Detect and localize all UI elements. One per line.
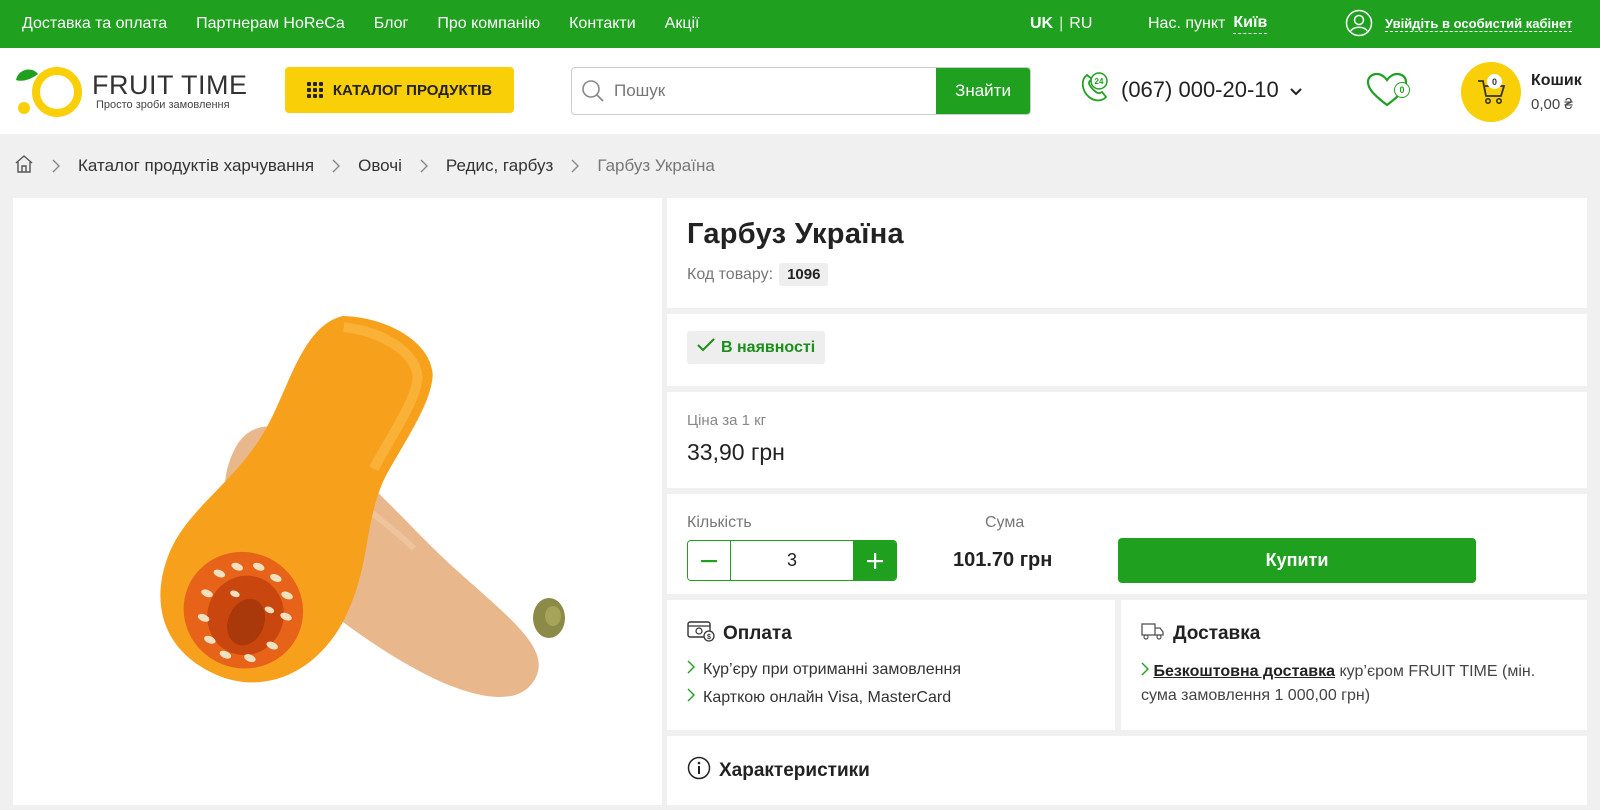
delivery-text: Безкоштовна доставка кур’єром FRUIT TIME… [1141,660,1567,708]
breadcrumb: Каталог продуктів харчування Овочі Редис… [0,134,1600,198]
catalog-button-label: КАТАЛОГ ПРОДУКТІВ [332,81,493,99]
delivery-card: Доставка Безкоштовна доставка кур’єром F… [1121,600,1587,730]
nav-contacts[interactable]: Контакти [569,15,636,33]
product-code: 1096 [779,263,829,286]
payment-icon: $ [687,620,715,648]
language-switcher: UK | RU [1030,0,1092,48]
cart-sum: 0,00 ₴ [1531,95,1573,113]
logo-text: FRUIT TIME Просто зроби замовлення [92,71,248,111]
logo-subtitle: Просто зроби замовлення [96,99,230,111]
search-icon [572,68,614,114]
title-card: Гарбуз Україна Код товару: 1096 [667,198,1587,308]
top-nav: Доставка та оплата Партнерам HoReCa Блог… [22,15,700,33]
free-delivery-link[interactable]: Безкоштовна доставка [1153,663,1335,680]
nav-about[interactable]: Про компанію [437,15,540,33]
chevron-right-icon [687,688,695,707]
cart-icon: 0 [1461,62,1521,122]
search-input[interactable] [614,68,936,114]
payment-courier: Кур’єру при отриманні замовлення [703,660,961,678]
payment-title-row: $ Оплата [687,620,1095,648]
lang-uk[interactable]: UK [1030,15,1053,33]
sum-label: Сума [985,514,1025,531]
header: FRUIT TIME Просто зроби замовлення КАТАЛ… [0,48,1600,134]
price-label: Ціна за 1 кг [687,412,767,429]
lang-separator: | [1059,15,1064,32]
svg-text:$: $ [707,634,711,641]
payment-card-online: Карткою онлайн Visa, MasterCard [703,688,952,706]
characteristics-title-row[interactable]: Характеристики [687,756,1567,786]
quantity-stepper [687,540,897,581]
chevron-down-icon [1289,77,1303,103]
list-item: Кур’єру при отриманні замовлення [687,660,1095,679]
cart-label: Кошик [1531,71,1582,89]
search-bar: Знайти [571,67,1031,115]
price-card: Ціна за 1 кг 33,90 грн [667,392,1587,488]
price-value: 33,90 грн [687,439,785,465]
sum-value: 101.70 грн [953,549,1053,571]
payment-list: Кур’єру при отриманні замовлення Карткою… [687,660,1095,707]
cart-summary: Кошик 0,00 ₴ [1531,72,1582,113]
city-label: Нас. пункт [1148,15,1226,32]
nav-blog[interactable]: Блог [374,15,409,33]
quantity-card: Кількість Сума 101.70 грн Купити [667,494,1587,594]
check-icon [697,338,715,357]
list-item: Карткою онлайн Visa, MasterCard [687,688,1095,707]
breadcrumb-radish-pumpkin[interactable]: Редис, гарбуз [446,156,553,176]
cart-button[interactable]: 0 Кошик 0,00 ₴ [1461,62,1582,122]
logo-title: FRUIT TIME [92,70,248,100]
logo[interactable]: FRUIT TIME Просто зроби замовлення [12,64,248,118]
quantity-label: Кількість [687,514,752,531]
nav-promotions[interactable]: Акції [665,15,700,33]
top-bar: Доставка та оплата Партнерам HoReCa Блог… [0,0,1600,48]
user-icon [1345,9,1373,40]
increase-quantity-button[interactable] [853,541,896,580]
city-selector: Нас. пункт Київ [1148,0,1268,48]
buy-button[interactable]: Купити [1118,538,1476,583]
phone-24-icon: 24 [1077,70,1111,110]
chevron-right-icon [52,159,60,173]
quantity-input[interactable] [731,541,853,580]
account-link[interactable]: Увійдіть в особистий кабінет [1345,0,1573,48]
payment-card: $ Оплата Кур’єру при отриманні замовленн… [667,600,1115,730]
info-icon [687,756,711,786]
delivery-title: Доставка [1173,623,1261,644]
decrease-quantity-button[interactable] [688,541,731,580]
account-link-label: Увійдіть в особистий кабінет [1385,16,1573,32]
chevron-right-icon [332,159,341,173]
lang-ru[interactable]: RU [1069,15,1092,33]
breadcrumb-catalog[interactable]: Каталог продуктів харчування [78,156,314,176]
chevron-right-icon [420,159,428,173]
payment-title: Оплата [723,623,792,644]
nav-horeca[interactable]: Партнерам HoReCa [196,15,345,33]
product-title: Гарбуз Україна [687,218,904,250]
characteristics-title: Характеристики [719,760,870,781]
chevron-right-icon [1141,662,1149,680]
product-code-label: Код товару: [687,265,774,283]
stock-card: В наявності [667,314,1587,386]
chevron-right-icon [571,159,580,173]
delivery-truck-icon [1141,620,1165,648]
catalog-button[interactable]: КАТАЛОГ ПРОДУКТІВ [285,67,514,113]
product-code-row: Код товару: 1096 [687,263,1567,286]
search-button[interactable]: Знайти [936,68,1030,114]
phone-number: (067) 000-20-10 [1121,77,1279,102]
wishlist-button[interactable]: 0 [1366,72,1416,112]
grid-icon [306,82,323,98]
wishlist-count: 0 [1394,82,1410,98]
chevron-right-icon [687,660,695,679]
nav-delivery-payment[interactable]: Доставка та оплата [22,15,167,33]
delivery-title-row: Доставка [1141,620,1567,648]
stock-status: В наявності [721,338,816,356]
breadcrumb-vegetables[interactable]: Овочі [358,156,402,176]
home-icon[interactable] [14,154,34,179]
characteristics-card: Характеристики [667,736,1587,805]
cart-count: 0 [1487,74,1502,89]
phone-dropdown[interactable]: 24 (067) 000-20-10 [1077,70,1303,110]
product-image[interactable] [13,198,662,805]
breadcrumb-current: Гарбуз Україна [597,156,715,175]
logo-mark [12,64,86,118]
stock-badge: В наявності [687,331,826,364]
svg-text:24: 24 [1095,77,1104,86]
city-value[interactable]: Київ [1233,14,1268,34]
